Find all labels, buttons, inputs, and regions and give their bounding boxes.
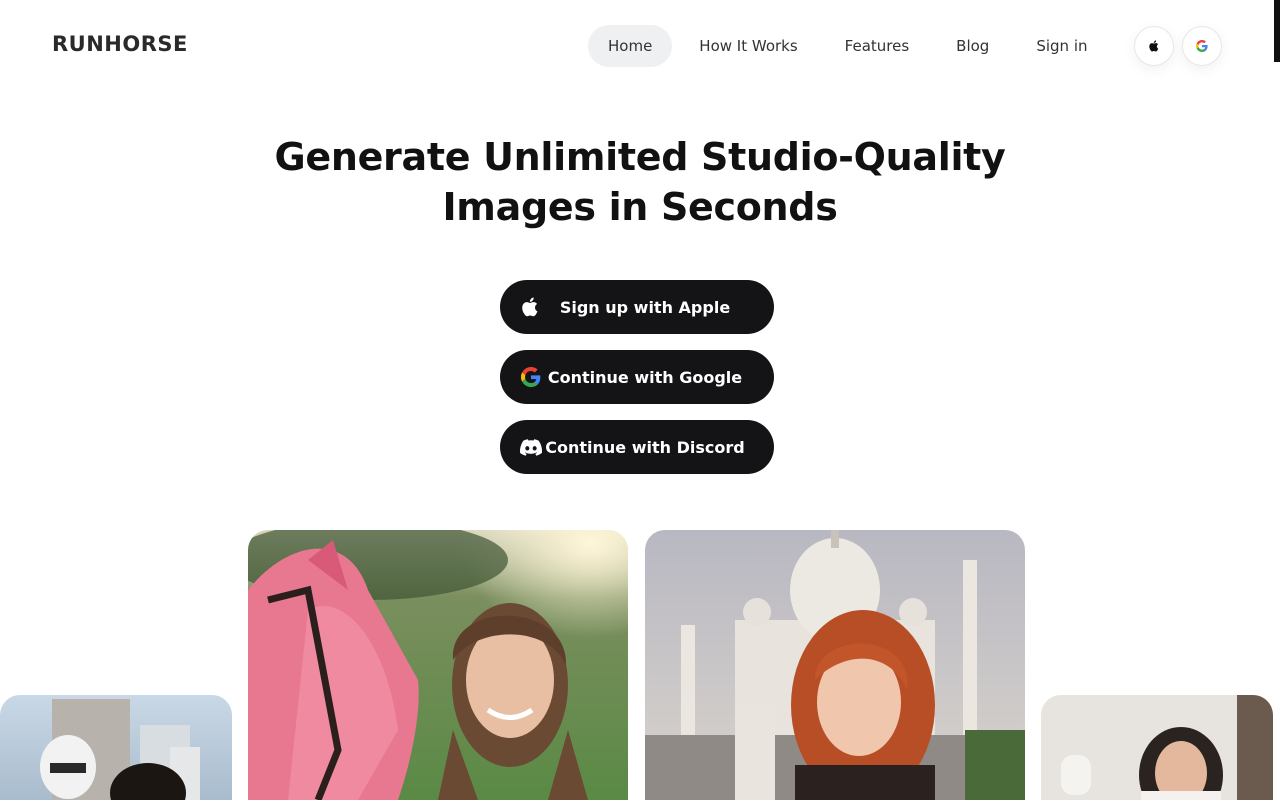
scroll-edge-bar [1274,0,1280,62]
gallery-card-horse [248,530,628,800]
nav-sign-in[interactable]: Sign in [1016,25,1107,67]
stormtrooper-photo [0,695,232,800]
gallery-card-taj-mahal [645,530,1025,800]
hero-title-line2: Images in Seconds [442,185,838,229]
sign-up-apple-button[interactable]: Sign up with Apple [500,280,774,334]
discord-icon [519,435,543,459]
apple-signin-button[interactable] [1134,26,1174,66]
nav-blog[interactable]: Blog [936,25,1009,67]
nav-home[interactable]: Home [588,25,673,67]
apple-icon [519,295,543,319]
woman-with-pink-horse-photo [248,530,628,800]
hero-title-line1: Generate Unlimited Studio-Quality [274,135,1006,179]
nav-how-it-works[interactable]: How It Works [679,25,817,67]
continue-discord-button[interactable]: Continue with Discord [500,420,774,474]
gallery-card-stormtrooper [0,695,232,800]
nav-features[interactable]: Features [825,25,930,67]
woman-at-taj-mahal-photo [645,530,1025,800]
google-icon [1196,40,1208,52]
gallery-card-jet [1041,695,1273,800]
google-signin-button[interactable] [1182,26,1222,66]
brand-logo[interactable]: RUNHORSE [52,32,188,56]
apple-icon [1148,40,1158,52]
continue-google-button[interactable]: Continue with Google [500,350,774,404]
woman-in-jet-photo [1041,695,1273,800]
main-nav: Home How It Works Features Blog Sign in [588,24,1115,68]
hero-title: Generate Unlimited Studio-Quality Images… [240,132,1040,232]
google-icon [519,365,543,389]
